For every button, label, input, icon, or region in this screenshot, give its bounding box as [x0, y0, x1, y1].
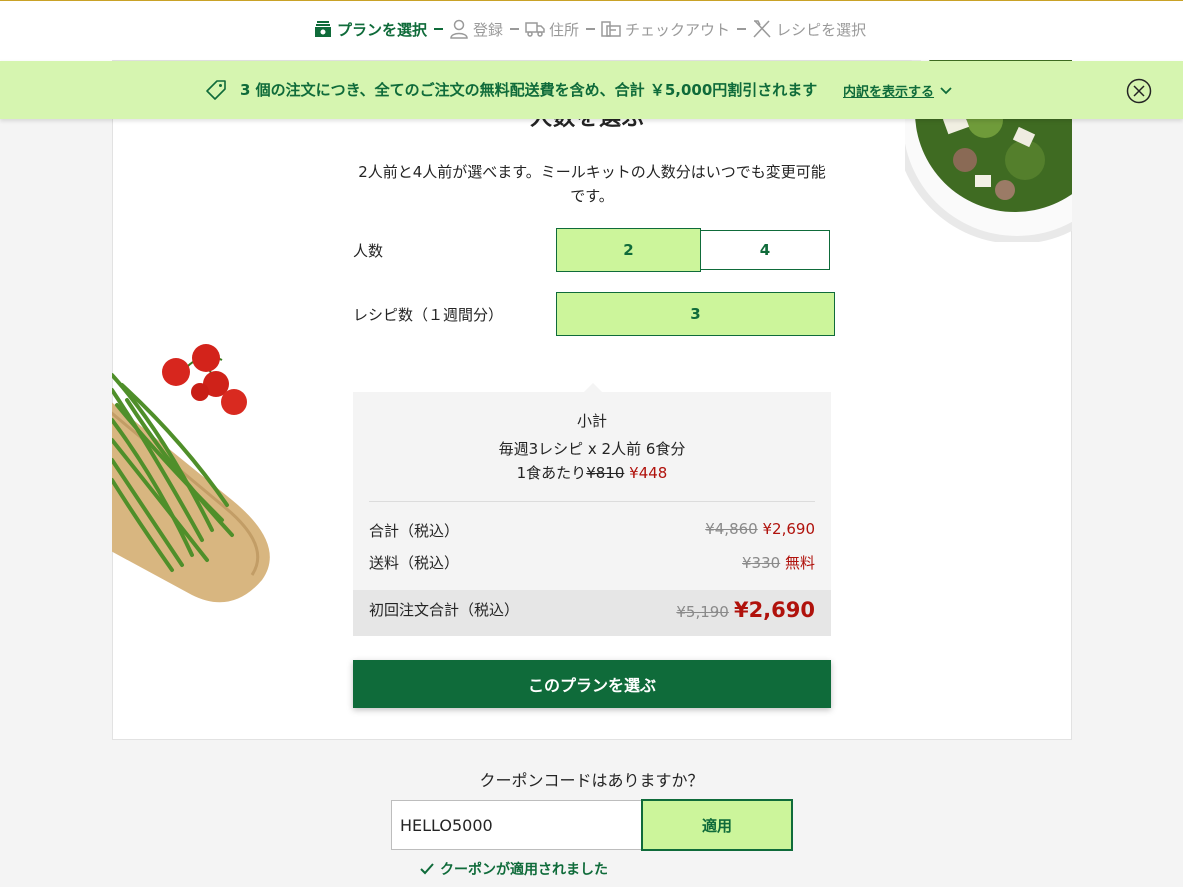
checkout-steps: プランを選択 登録 住所 チェックアウト レシピを選択 — [313, 18, 866, 40]
subtotal-row: 合計（税込） ¥4,860 ¥2,690 — [369, 520, 815, 541]
select-plan-button[interactable]: このプランを選ぶ — [353, 660, 831, 708]
user-icon — [449, 18, 469, 40]
promo-details-link[interactable]: 内訳を表示する — [843, 81, 952, 100]
step-label: 登録 — [473, 20, 504, 39]
summary-plan-line: 毎週3レシピ x 2人前 6食分 — [498, 440, 686, 458]
total-new-price: ¥2,690 — [733, 598, 815, 622]
step-separator — [737, 28, 747, 30]
plan-box-icon — [313, 18, 333, 40]
promo-message: 3 個の注文につき、全てのご注文の無料配送費を含め、合計 ￥5,000円割引され… — [240, 81, 818, 99]
step-register[interactable]: 登録 — [449, 18, 525, 40]
progress-header: プランを選択 登録 住所 チェックアウト レシピを選択 — [0, 0, 1183, 61]
step-recipes[interactable]: レシピを選択 — [752, 18, 866, 40]
coupon-input[interactable] — [391, 800, 643, 850]
step-separator — [510, 28, 520, 30]
total-label: 初回注文合計（税込） — [369, 601, 520, 619]
plan-description: 2人前と4人前が選べます。ミールキットの人数分はいつでも変更可能です。 — [358, 163, 826, 205]
chevron-down-icon — [940, 86, 952, 94]
recipes-label: レシピ数（１週間分） — [353, 306, 504, 324]
first-order-total-row: 初回注文合計（税込） ¥5,190 ¥2,690 — [353, 590, 831, 636]
recipes-option-3[interactable]: 3 — [556, 292, 835, 336]
green-beans-image — [112, 330, 282, 610]
per-meal-prefix: 1食あたり — [516, 464, 587, 482]
coupon-applied-text: クーポンが適用されました — [440, 862, 608, 878]
step-label: プランを選択 — [337, 20, 428, 39]
close-promo-button[interactable] — [1126, 78, 1152, 108]
price-summary: 小計 毎週3レシピ x 2人前 6食分 1食あたり¥810 ¥448 合計（税込… — [353, 383, 831, 636]
shipping-new-price: 無料 — [784, 554, 815, 572]
step-separator — [586, 28, 596, 30]
close-icon — [1126, 78, 1152, 104]
shipping-row: 送料（税込） ¥330 無料 — [369, 552, 815, 573]
people-option-2[interactable]: 2 — [556, 228, 701, 272]
promo-details-label: 内訳を表示する — [843, 85, 935, 100]
check-icon — [420, 863, 434, 875]
people-label: 人数 — [353, 242, 384, 260]
apply-coupon-button[interactable]: 適用 — [641, 799, 793, 851]
truck-icon — [525, 18, 545, 40]
coupon-question: クーポンコードはありますか？ — [479, 771, 704, 790]
step-separator — [434, 28, 444, 30]
summary-pointer — [584, 383, 602, 392]
per-meal-new-price: ¥448 — [629, 464, 668, 482]
step-label: 住所 — [549, 20, 580, 39]
promo-banner: 3 個の注文につき、全てのご注文の無料配送費を含め、合計 ￥5,000円割引され… — [0, 61, 1183, 119]
shipping-label: 送料（税込） — [369, 554, 460, 572]
coupon-applied-message: クーポンが適用されました — [420, 859, 608, 879]
subtotal-label: 合計（税込） — [369, 522, 460, 540]
step-address[interactable]: 住所 — [525, 18, 601, 40]
shipping-old-price: ¥330 — [742, 554, 781, 572]
per-meal-old-price: ¥810 — [586, 464, 625, 482]
summary-title: 小計 — [576, 412, 607, 430]
summary-divider — [369, 501, 815, 502]
subtotal-new-price: ¥2,690 — [762, 520, 816, 538]
step-label: レシピを選択 — [776, 20, 867, 39]
subtotal-old-price: ¥4,860 — [705, 520, 758, 538]
wallet-icon — [601, 18, 621, 40]
tag-icon — [205, 79, 227, 105]
step-plan[interactable]: プランを選択 — [313, 18, 449, 40]
utensils-icon — [752, 18, 772, 40]
step-checkout[interactable]: チェックアウト — [601, 18, 752, 40]
people-option-4[interactable]: 4 — [700, 230, 830, 270]
total-old-price: ¥5,190 — [676, 603, 729, 621]
step-label: チェックアウト — [625, 20, 731, 39]
per-meal-price: 1食あたり¥810 ¥448 — [353, 462, 831, 483]
